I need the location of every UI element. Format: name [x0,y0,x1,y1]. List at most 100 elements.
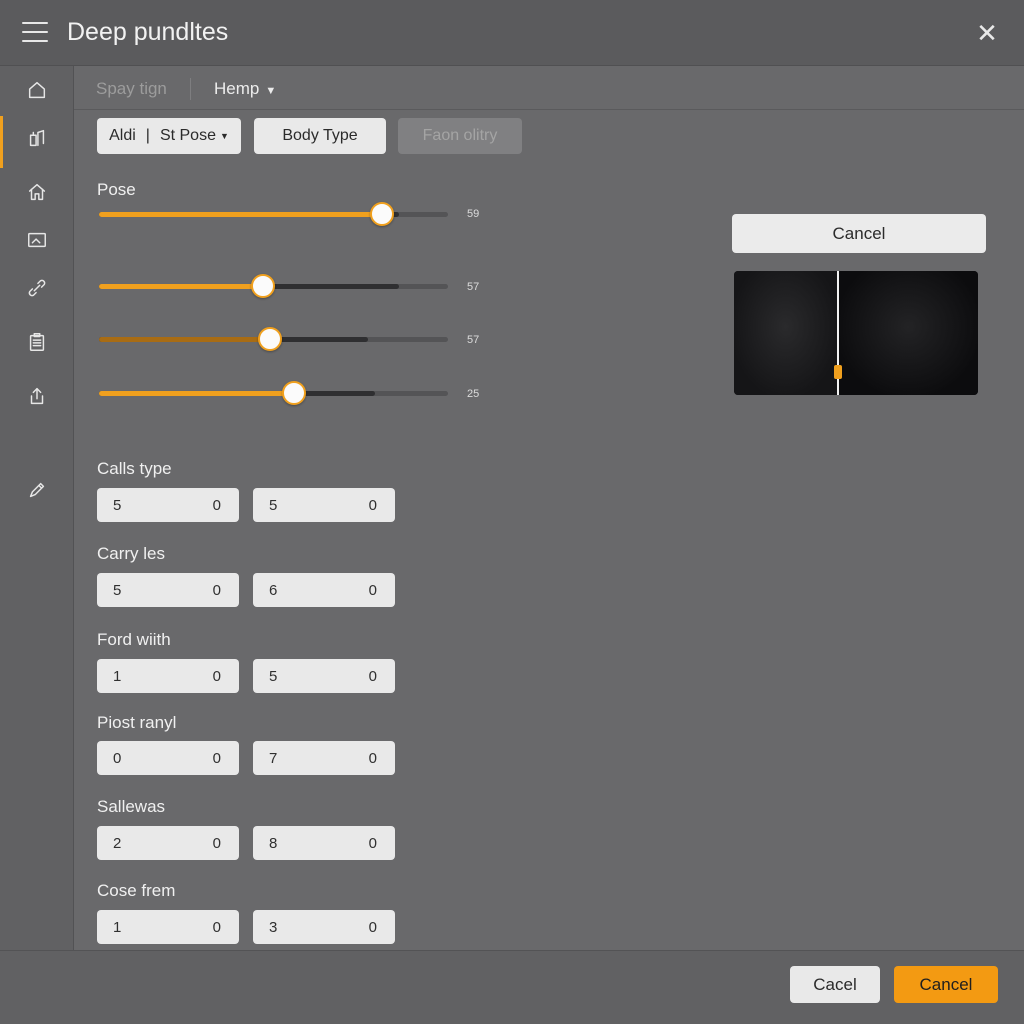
ford-wiith-field-left[interactable]: 10 [97,659,239,693]
tab-st-pose-prefix: Aldi [109,127,136,144]
pen-icon [29,482,45,498]
title-bar: Deep pundltes ✕ [0,0,1024,66]
field-value: 0 [368,497,377,514]
sallewas-field-left[interactable]: 20 [97,826,239,860]
field-value: 5 [269,668,278,685]
pose-slider-value: 25 [467,388,480,400]
pose-slider-value: 59 [467,208,480,220]
app-title: Deep pundltes [67,18,229,46]
field-value: 0 [212,835,221,852]
cose-frem-field-left[interactable]: 10 [97,910,239,944]
carry-les-field-right[interactable]: 60 [253,573,395,607]
field-value: 0 [368,750,377,767]
tab-body-type-label: Body Type [282,127,358,144]
preview-after-pane [839,271,978,395]
field-value: 0 [368,668,377,685]
field-value: 3 [269,919,278,936]
field-value: 0 [212,497,221,514]
field-value: 0 [368,835,377,852]
sidebar [0,66,74,950]
menu-icon[interactable] [22,22,48,44]
preview-before-pane [734,271,837,395]
comparison-handle[interactable] [834,365,842,379]
tab-face-quality: Faon olitry [398,118,522,154]
home-icon [28,81,46,99]
field-label-piost-ranyl: Piost ranyl [97,713,177,732]
calls-type-field-left[interactable]: 50 [97,488,239,522]
slider-fill [99,212,382,217]
slider-fill [99,284,264,289]
share-icon [30,387,44,405]
sidebar-item-edit[interactable] [0,466,74,514]
sidebar-item-link[interactable] [0,264,74,312]
sallewas-field-right[interactable]: 80 [253,826,395,860]
calls-type-field-right[interactable]: 50 [253,488,395,522]
cose-frem-field-right[interactable]: 30 [253,910,395,944]
slider-thumb[interactable] [282,381,307,405]
slider-thumb[interactable] [369,202,394,226]
field-label-calls-type: Calls type [97,459,172,478]
link-icon [28,279,46,297]
field-label-ford-wiith: Ford wiith [97,630,171,649]
field-value: 1 [113,919,122,936]
field-label-cose-frem: Cose frem [97,881,176,900]
carry-les-field-left[interactable]: 50 [97,573,239,607]
pose-slider-value: 57 [467,334,480,346]
pose-slider[interactable] [99,381,448,405]
pose-slider[interactable] [99,274,448,298]
field-value: 7 [269,750,278,767]
sidebar-item-clipboard[interactable] [0,318,74,366]
chevron-down-icon: ▼ [265,85,277,97]
pose-slider[interactable] [99,327,448,351]
tab-st-pose-label: St Pose [159,127,216,144]
field-value: 1 [113,668,122,685]
hemp-dropdown[interactable]: Hemp ▼ [214,79,276,99]
slider-thumb[interactable] [258,327,282,351]
piost-ranyl-field-left[interactable]: 00 [97,741,239,775]
secondary-cancel-button[interactable]: Cacel [790,966,880,1003]
field-value: 0 [212,668,221,685]
hemp-dropdown-label: Hemp [214,79,260,98]
preview-cancel-button[interactable]: Cancel [732,214,986,253]
field-value: 0 [368,919,377,936]
field-value: 6 [269,582,278,599]
field-label-carry-les: Carry les [97,544,166,563]
pose-label: Pose [97,180,136,199]
clipboard-icon [29,333,45,351]
image-icon [28,232,46,248]
tab-st-pose[interactable]: Aldi | St Pose ▼ [97,118,241,154]
sidebar-item-home[interactable] [0,66,74,114]
tab-body-type[interactable]: Body Type [254,118,386,154]
sidebar-item-pose[interactable] [0,114,74,168]
pose-slider[interactable] [99,202,448,226]
field-value: 0 [113,750,122,767]
before-after-preview[interactable] [734,271,978,395]
field-value: 8 [269,835,278,852]
piost-ranyl-field-right[interactable]: 70 [253,741,395,775]
slider-fill [99,391,295,396]
primary-cancel-button[interactable]: Cancel [894,966,998,1003]
tab-face-quality-label: Faon olitry [422,127,498,144]
field-value: 5 [113,582,122,599]
sidebar-item-house[interactable] [0,168,74,216]
field-value: 0 [368,582,377,599]
field-value: 5 [269,497,278,514]
sidebar-item-share[interactable] [0,372,74,420]
footer-bar: Cacel Cancel [0,950,1024,1024]
close-icon[interactable]: ✕ [972,18,1002,48]
toolbar: Spay tign Hemp ▼ [74,66,1024,110]
slider-fill [99,337,270,342]
field-label-sallewas: Sallewas [97,797,166,816]
pose-slider-value: 57 [467,281,480,293]
tab-separator: | [145,127,150,144]
search-input[interactable]: Spay tign [96,79,167,99]
field-value: 5 [113,497,122,514]
ford-wiith-field-right[interactable]: 50 [253,659,395,693]
app-window: Deep pundltes ✕ Spay tign Hemp ▼ Aldi | … [0,0,1024,1024]
toolbar-divider [190,78,191,100]
field-value: 0 [212,750,221,767]
pose-icon [29,129,45,147]
slider-thumb[interactable] [251,274,276,298]
field-value: 0 [212,582,221,599]
sidebar-item-image[interactable] [0,216,74,264]
